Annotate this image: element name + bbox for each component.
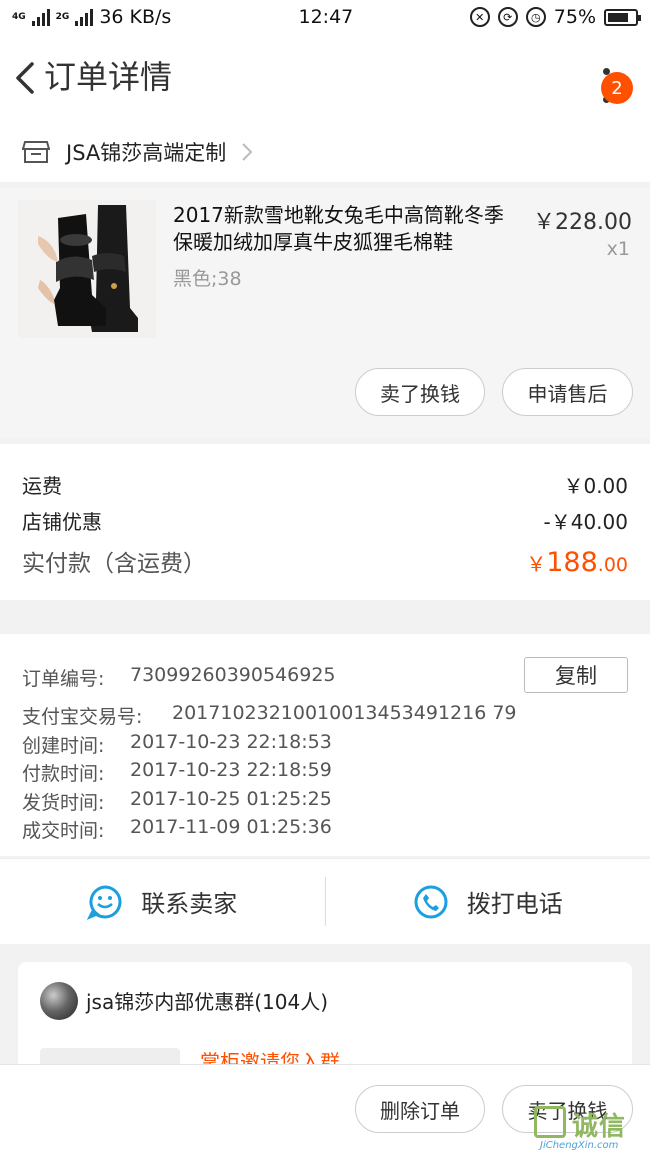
total-currency: ￥ — [526, 552, 547, 576]
paid-time-row: 付款时间: 2017-10-23 22:18:59 — [22, 759, 332, 786]
order-number-label: 订单编号: — [22, 668, 105, 690]
paid-time-label: 付款时间: — [22, 763, 105, 785]
shop-discount-label: 店铺优惠 — [22, 510, 102, 534]
shop-discount-row: 店铺优惠 -￥40.00 — [22, 506, 628, 535]
network-speed: 36 KB/s — [99, 6, 172, 28]
product-sku: 黑色;38 — [173, 268, 242, 290]
order-info: 订单编号: 73099260390546925 复制 支付宝交易号: 20171… — [0, 634, 650, 856]
watermark-text: 诚信 — [572, 1112, 627, 1142]
shop-icon — [22, 141, 50, 163]
back-arrow-icon[interactable] — [12, 56, 42, 100]
alipay-number-label: 支付宝交易号: — [22, 706, 143, 728]
product-image[interactable] — [18, 200, 156, 338]
watermark-logo — [534, 1106, 566, 1138]
created-time-label: 创建时间: — [22, 735, 105, 757]
product-quantity: x1 — [606, 238, 630, 260]
order-number-value: 73099260390546925 — [130, 664, 336, 686]
created-time-row: 创建时间: 2017-10-23 22:18:53 — [22, 731, 332, 758]
fee-summary: 运费 ￥0.00 店铺优惠 -￥40.00 实付款（含运费） ￥ 188 .00 — [0, 444, 650, 600]
group-avatar — [40, 982, 78, 1020]
group-name: jsa锦莎内部优惠群(104人) — [86, 990, 329, 1014]
notification-badge: 2 — [601, 72, 633, 104]
network-4g-tag: 4G — [12, 11, 26, 22]
status-right: ✕ ⟳ ◷ 75% — [469, 6, 641, 28]
total-paid-row: 实付款（含运费） ￥ 188 .00 — [22, 544, 628, 578]
signal-icon — [31, 8, 50, 26]
call-phone-label: 拨打电话 — [466, 890, 563, 918]
contact-seller-label: 联系卖家 — [141, 890, 238, 918]
request-aftersale-button[interactable]: 申请售后 — [502, 368, 633, 416]
page-header: 订单详情 2 — [0, 34, 650, 122]
completed-time-value: 2017-11-09 01:25:36 — [130, 816, 332, 838]
product-title[interactable]: 2017新款雪地靴女兔毛中高筒靴冬季保暖加绒加厚真牛皮狐狸毛棉鞋 — [173, 202, 518, 256]
shop-discount-value: -￥40.00 — [543, 510, 628, 534]
delete-order-button[interactable]: 删除订单 — [355, 1085, 485, 1133]
snow-boots-image — [18, 200, 156, 338]
battery-icon — [604, 8, 641, 26]
network-2g-tag: 2G — [55, 11, 70, 22]
copy-button[interactable]: 复制 — [524, 657, 628, 693]
alipay-number-row: 支付宝交易号: 20171023210010013453491216 79 — [22, 702, 517, 729]
shipped-time-row: 发货时间: 2017-10-25 01:25:25 — [22, 788, 332, 815]
battery-fill — [608, 12, 628, 22]
signal-icon-2 — [75, 8, 94, 26]
call-phone-button[interactable]: 拨打电话 — [326, 859, 650, 944]
contact-seller-button[interactable]: 联系卖家 — [0, 859, 325, 944]
vibrate-off-icon: ✕ — [469, 7, 490, 27]
created-time-value: 2017-10-23 22:18:53 — [130, 731, 332, 753]
total-integer: 188 — [546, 547, 598, 578]
rotation-lock-icon: ⟳ — [497, 7, 518, 27]
phone-icon — [414, 885, 448, 918]
shipping-fee-label: 运费 — [22, 474, 62, 498]
sell-for-cash-button[interactable]: 卖了换钱 — [355, 368, 485, 416]
shop-name: JSA锦莎高端定制 — [66, 141, 227, 165]
shipped-time-label: 发货时间: — [22, 792, 105, 814]
alarm-icon: ◷ — [525, 7, 546, 27]
status-bar: 4G 2G 36 KB/s 12:47 ✕ ⟳ ◷ 75% — [0, 0, 650, 34]
chat-smile-icon — [87, 884, 122, 920]
shipping-fee-value: ￥0.00 — [563, 474, 628, 498]
shipped-time-value: 2017-10-25 01:25:25 — [130, 788, 332, 810]
contact-bar: 联系卖家 拨打电话 — [0, 858, 650, 944]
product-price: ￥228.00 — [533, 210, 632, 235]
page-title: 订单详情 — [44, 58, 173, 96]
status-left: 4G 2G 36 KB/s — [12, 6, 262, 28]
order-number-row: 订单编号: 73099260390546925 — [22, 664, 336, 691]
shop-row[interactable]: JSA锦莎高端定制 — [0, 122, 650, 182]
alipay-number-value: 20171023210010013453491216 79 — [172, 702, 517, 724]
completed-time-row: 成交时间: 2017-11-09 01:25:36 — [22, 816, 332, 843]
total-paid-label: 实付款（含运费） — [22, 551, 206, 577]
battery-percent: 75% — [553, 6, 596, 28]
total-paid-amount: ￥ 188 .00 — [526, 547, 628, 578]
watermark-subtext: JiChengXin.com — [540, 1140, 619, 1151]
total-decimal: .00 — [597, 554, 628, 576]
shipping-fee-row: 运费 ￥0.00 — [22, 470, 628, 499]
chevron-right-icon — [242, 143, 253, 161]
order-item[interactable]: 2017新款雪地靴女兔毛中高筒靴冬季保暖加绒加厚真牛皮狐狸毛棉鞋 黑色;38 ￥… — [0, 188, 650, 438]
status-time: 12:47 — [298, 6, 354, 28]
completed-time-label: 成交时间: — [22, 820, 105, 842]
paid-time-value: 2017-10-23 22:18:59 — [130, 759, 332, 781]
